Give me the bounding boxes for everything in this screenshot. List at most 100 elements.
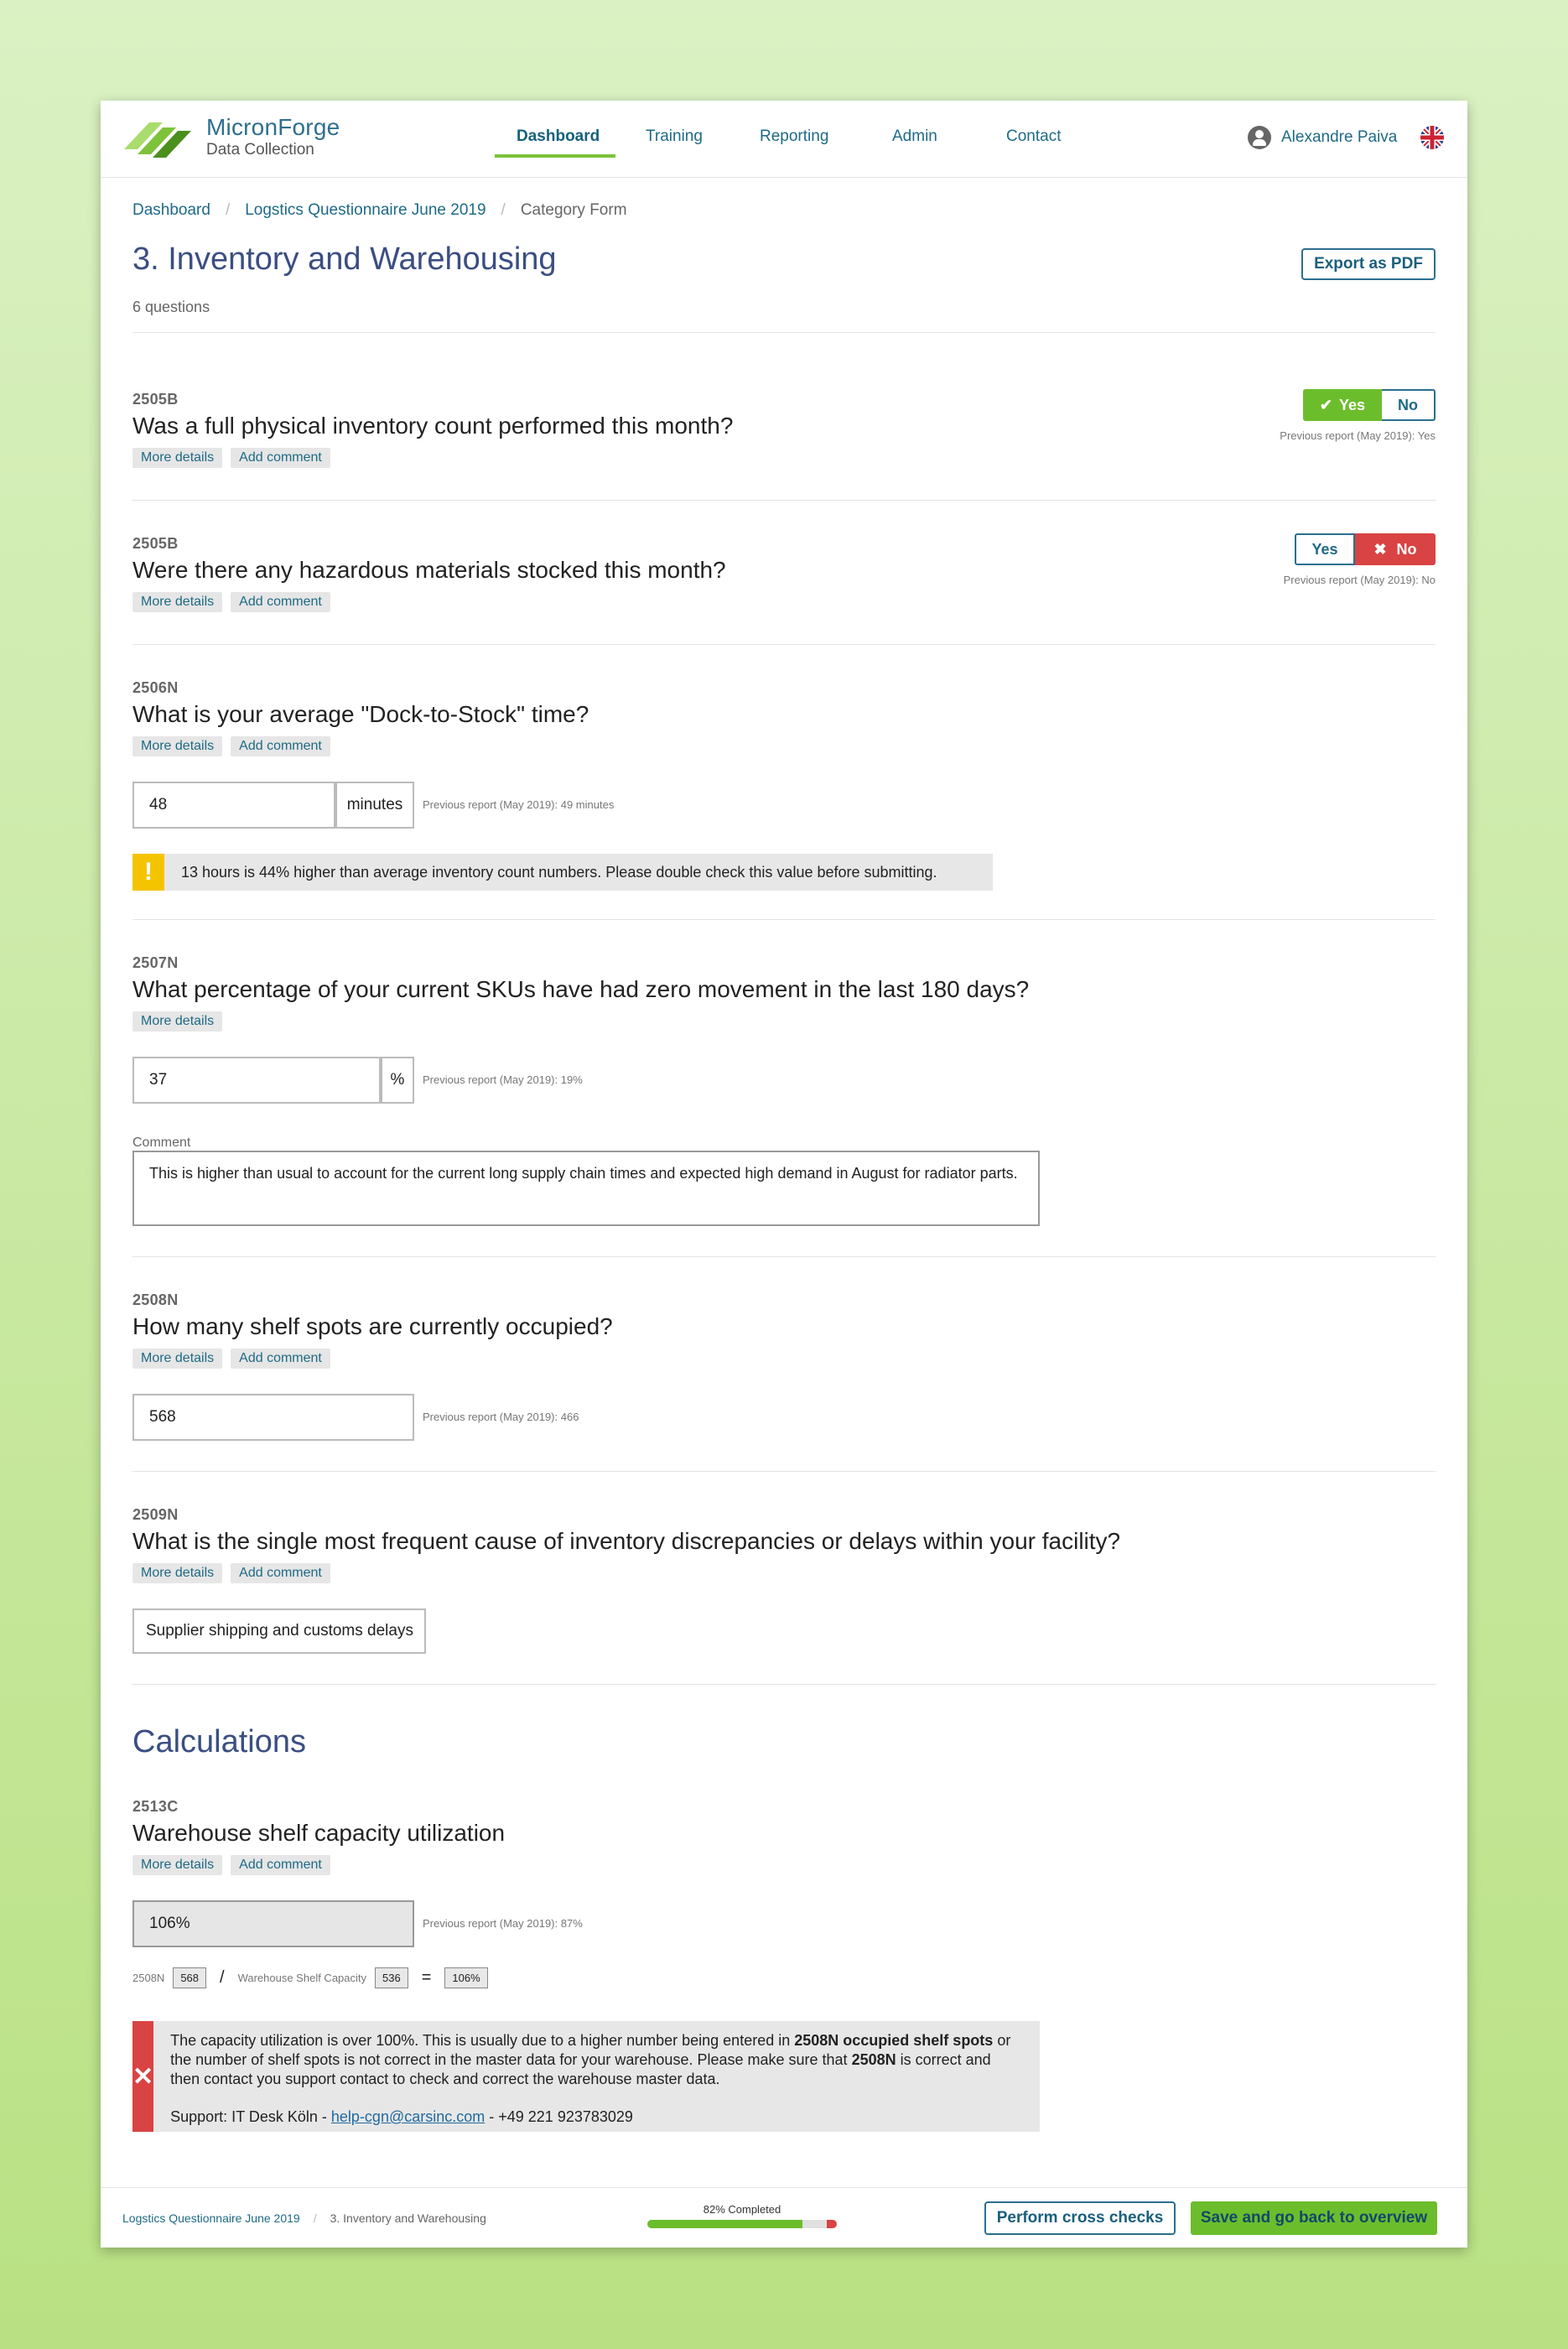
question-text: What percentage of your current SKUs hav… bbox=[132, 976, 1030, 1002]
support-email-link[interactable]: help-cgn@carsinc.com bbox=[331, 2108, 485, 2125]
formula-equals: = bbox=[421, 1968, 432, 1987]
x-icon: ✖ bbox=[1373, 540, 1387, 558]
more-details-button[interactable]: More details bbox=[132, 1855, 223, 1875]
user-avatar-icon bbox=[1248, 126, 1271, 149]
question-code: 2507N bbox=[132, 954, 179, 971]
brand: MicronForge Data Collection bbox=[206, 114, 340, 159]
more-details-button[interactable]: More details bbox=[132, 592, 223, 612]
more-details-button[interactable]: More details bbox=[132, 1011, 223, 1032]
no-option[interactable]: No bbox=[1382, 389, 1436, 421]
footer-crumb-questionnaire[interactable]: Logstics Questionnaire June 2019 bbox=[122, 2211, 300, 2225]
error-text-bold: 2508N bbox=[851, 2051, 896, 2068]
more-details-button[interactable]: More details bbox=[132, 1563, 223, 1583]
formula-a-value: 568 bbox=[173, 1967, 207, 1988]
breadcrumb-questionnaire[interactable]: Logstics Questionnaire June 2019 bbox=[245, 201, 485, 220]
divider bbox=[132, 1684, 1436, 1685]
question-actions: More details bbox=[132, 1011, 223, 1032]
question-actions: More details Add comment bbox=[132, 592, 330, 612]
save-and-back-button[interactable]: Save and go back to overview bbox=[1191, 2201, 1437, 2235]
yes-no-toggle: ✔ Yes No bbox=[1303, 389, 1436, 421]
question-text: What is your average "Dock-to-Stock" tim… bbox=[132, 701, 589, 727]
divider bbox=[132, 644, 1436, 645]
more-details-button[interactable]: More details bbox=[132, 448, 223, 468]
divider bbox=[132, 919, 1436, 920]
footer-breadcrumb: Logstics Questionnaire June 2019 / 3. In… bbox=[122, 2211, 486, 2225]
breadcrumb-separator: / bbox=[225, 201, 231, 219]
nav-contact[interactable]: Contact bbox=[1006, 127, 1061, 146]
question-code: 2509N bbox=[132, 1506, 179, 1523]
brand-name: MicronForge bbox=[206, 114, 340, 140]
nav-training[interactable]: Training bbox=[646, 127, 703, 146]
nav-dashboard[interactable]: Dashboard bbox=[517, 127, 600, 146]
divider bbox=[132, 1471, 1436, 1472]
comment-label: Comment bbox=[132, 1136, 191, 1150]
user-menu[interactable]: Alexandre Paiva bbox=[1248, 126, 1397, 149]
add-comment-button[interactable]: Add comment bbox=[231, 1855, 330, 1875]
formula-result: 106% bbox=[444, 1967, 488, 1988]
footer-bar: Logstics Questionnaire June 2019 / 3. In… bbox=[101, 2187, 1467, 2248]
yes-option[interactable]: ✔ Yes bbox=[1303, 389, 1382, 421]
add-comment-button[interactable]: Add comment bbox=[231, 736, 330, 756]
add-comment-button[interactable]: Add comment bbox=[231, 1349, 330, 1369]
question-actions: More details Add comment bbox=[132, 736, 330, 756]
divider bbox=[132, 500, 1436, 501]
no-option[interactable]: ✖ No bbox=[1355, 533, 1436, 565]
formula-b-value: 536 bbox=[375, 1967, 408, 1988]
footer-crumb-current: 3. Inventory and Warehousing bbox=[330, 2211, 486, 2225]
uk-flag-icon[interactable] bbox=[1420, 126, 1444, 149]
discrepancy-cause-input[interactable]: Supplier shipping and customs delays bbox=[132, 1608, 426, 1654]
question-code: 2505B bbox=[132, 535, 179, 552]
support-label: Support: IT Desk Köln - bbox=[170, 2108, 331, 2125]
previous-report: Previous report (May 2019): Yes bbox=[1280, 429, 1436, 442]
more-details-button[interactable]: More details bbox=[132, 736, 223, 756]
progress-label: 82% Completed bbox=[703, 2203, 781, 2216]
question-actions: More details Add comment bbox=[132, 1349, 330, 1369]
add-comment-button[interactable]: Add comment bbox=[231, 1563, 330, 1583]
brand-subtitle: Data Collection bbox=[206, 141, 314, 159]
nav-active-indicator bbox=[495, 154, 615, 158]
warning-icon: ! bbox=[132, 854, 164, 891]
breadcrumb-current: Category Form bbox=[520, 201, 627, 219]
add-comment-button[interactable]: Add comment bbox=[231, 592, 330, 612]
question-actions: More details Add comment bbox=[132, 448, 330, 468]
progress-end-marker bbox=[827, 2220, 837, 2228]
more-details-button[interactable]: More details bbox=[132, 1349, 223, 1369]
breadcrumb-separator: / bbox=[501, 201, 506, 219]
error-text-part: The capacity utilization is over 100%. T… bbox=[170, 2032, 795, 2049]
yes-no-toggle: Yes ✖ No bbox=[1295, 533, 1436, 565]
error-x-icon: ✕ bbox=[132, 2021, 154, 2132]
unit-label: minutes bbox=[335, 782, 414, 829]
question-code: 2506N bbox=[132, 679, 179, 696]
comment-textarea[interactable]: This is higher than usual to account for… bbox=[132, 1151, 1040, 1226]
previous-report: Previous report (May 2019): No bbox=[1283, 574, 1436, 586]
question-count: 6 questions bbox=[132, 299, 210, 315]
question-actions: More details Add comment bbox=[132, 1563, 330, 1583]
add-comment-button[interactable]: Add comment bbox=[231, 448, 330, 468]
previous-report: Previous report (May 2019): 49 minutes bbox=[423, 798, 615, 811]
shelf-spots-input[interactable]: 568 bbox=[132, 1394, 414, 1441]
formula-b-label: Warehouse Shelf Capacity bbox=[237, 1972, 367, 1984]
question-text: Warehouse shelf capacity utilization bbox=[132, 1820, 506, 1846]
previous-report: Previous report (May 2019): 466 bbox=[423, 1411, 579, 1423]
page-title: 3. Inventory and Warehousing bbox=[132, 242, 557, 277]
error-message: ✕ The capacity utilization is over 100%.… bbox=[132, 2021, 1040, 2132]
question-actions: More details Add comment bbox=[132, 1855, 330, 1875]
warning-text: 13 hours is 44% higher than average inve… bbox=[181, 863, 937, 881]
nav-reporting[interactable]: Reporting bbox=[760, 127, 828, 146]
export-pdf-button[interactable]: Export as PDF bbox=[1301, 248, 1436, 280]
previous-report: Previous report (May 2019): 87% bbox=[423, 1917, 583, 1930]
unit-label: % bbox=[381, 1057, 414, 1104]
breadcrumb-dashboard[interactable]: Dashboard bbox=[132, 201, 210, 220]
check-icon: ✔ bbox=[1319, 396, 1333, 413]
zero-movement-percent-input[interactable]: 37 bbox=[132, 1057, 381, 1104]
yes-option[interactable]: Yes bbox=[1295, 533, 1355, 565]
error-text-bold: 2508N occupied shelf spots bbox=[794, 2032, 994, 2049]
nav-admin[interactable]: Admin bbox=[892, 127, 937, 146]
micronforge-logo-icon[interactable] bbox=[124, 116, 203, 163]
dock-to-stock-input[interactable]: 48 bbox=[132, 782, 335, 829]
no-label: No bbox=[1396, 540, 1417, 558]
calculations-title: Calculations bbox=[132, 1724, 306, 1759]
perform-cross-checks-button[interactable]: Perform cross checks bbox=[984, 2201, 1176, 2235]
question-code: 2513C bbox=[132, 1798, 179, 1815]
top-header: MicronForge Data Collection Dashboard Tr… bbox=[101, 101, 1467, 178]
